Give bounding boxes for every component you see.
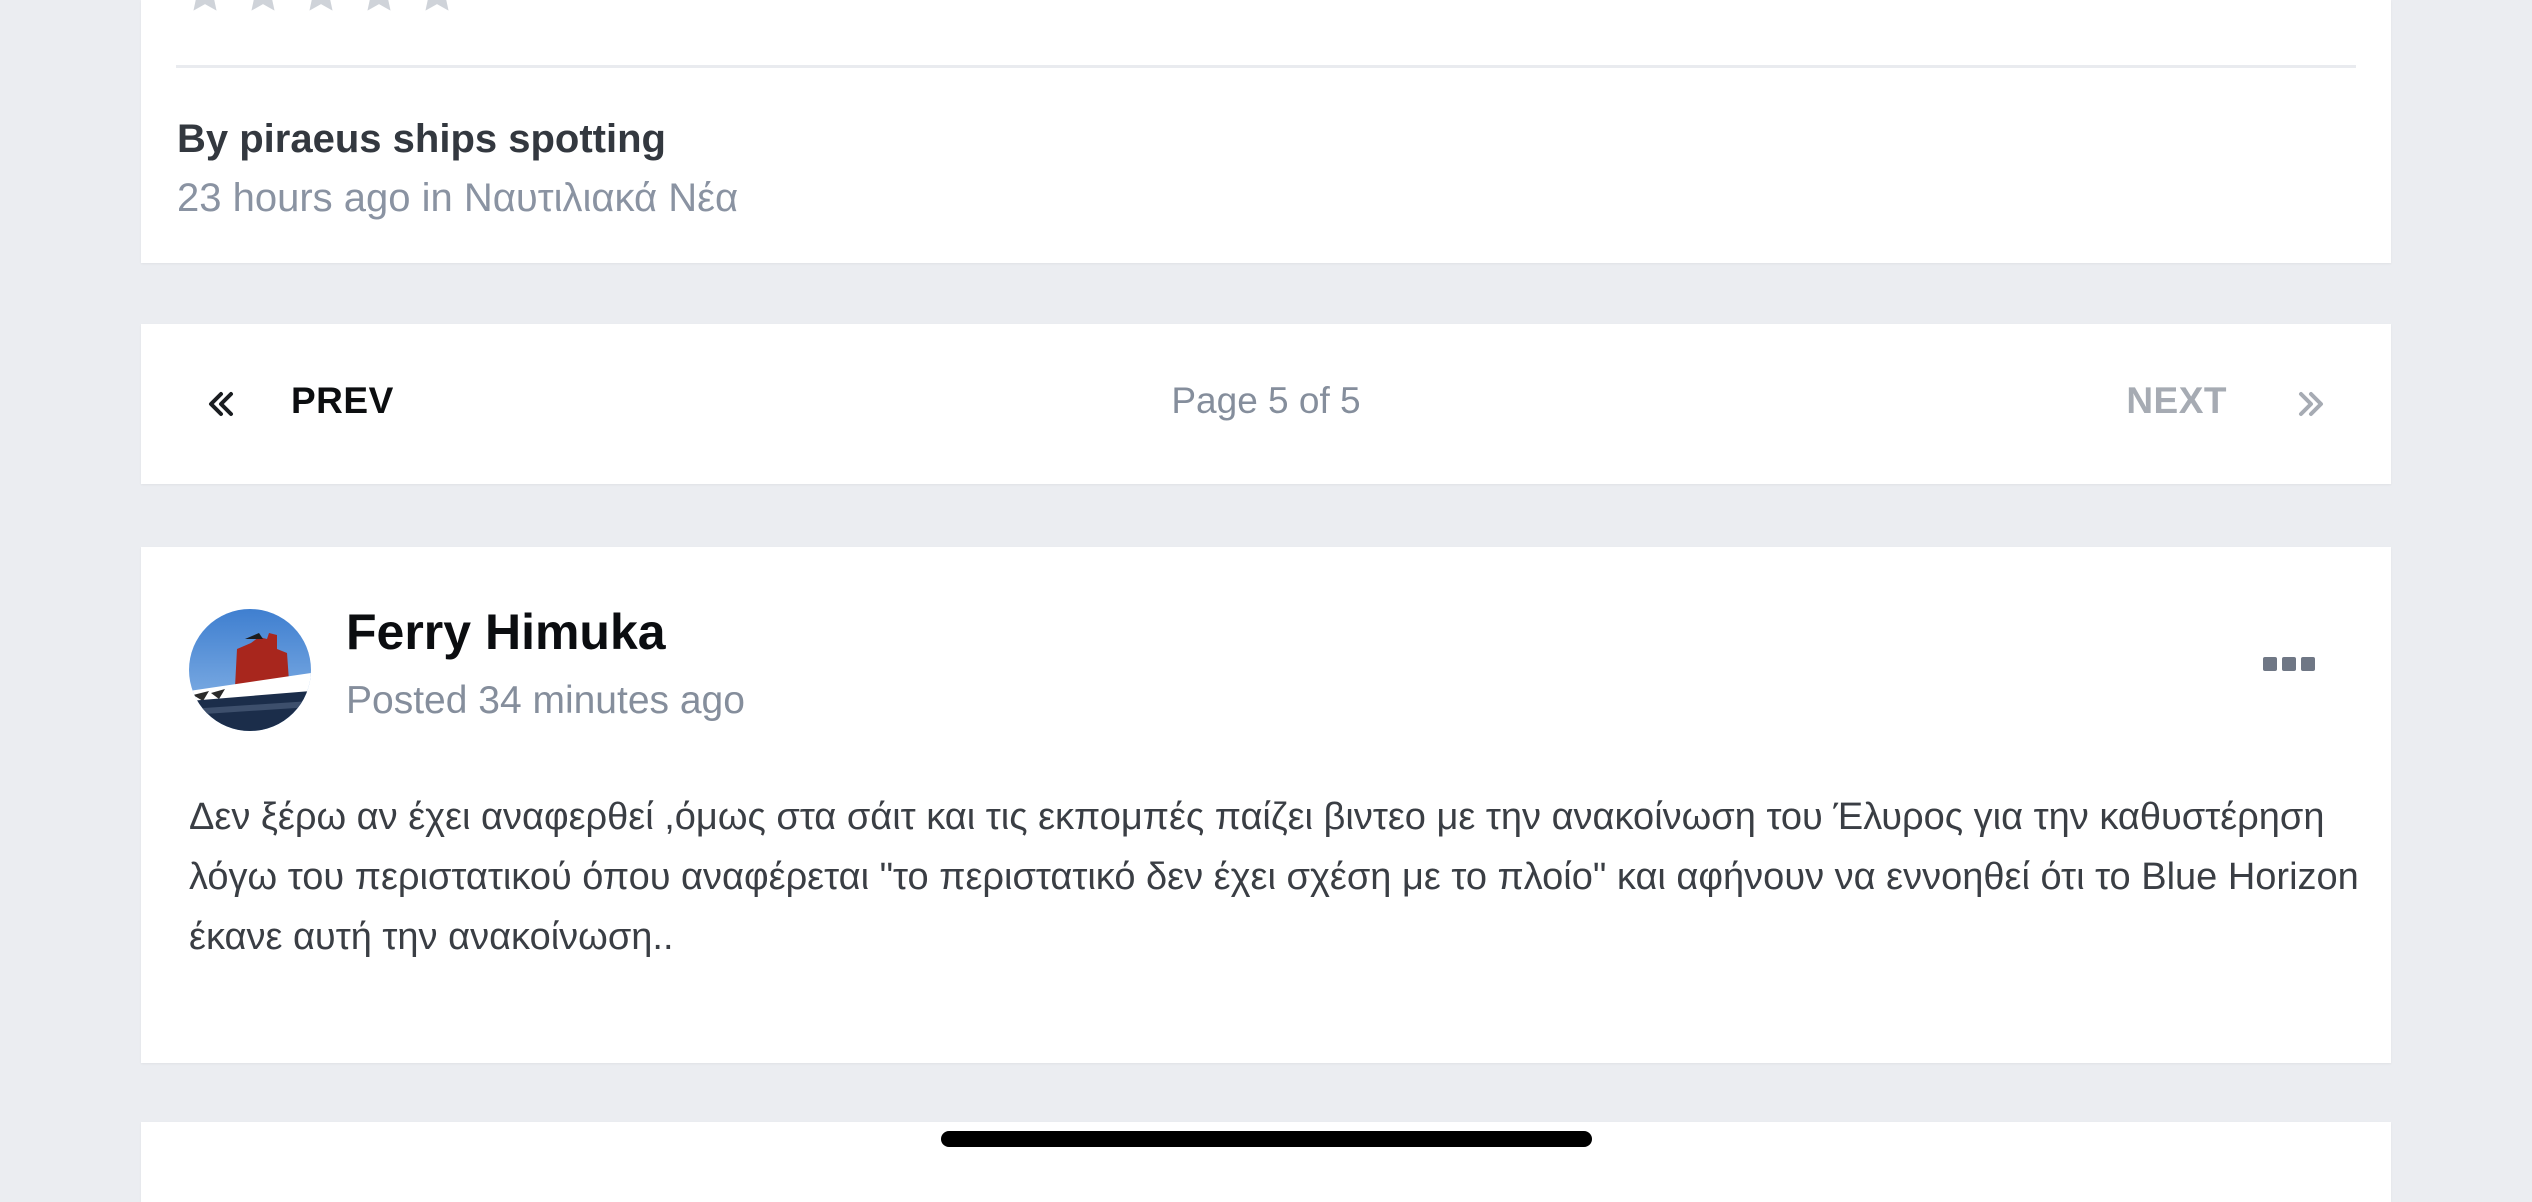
avatar[interactable]: [189, 609, 311, 731]
avatar-image: [189, 609, 311, 731]
article-byline[interactable]: By piraeus ships spotting: [177, 117, 666, 162]
article-card: By piraeus ships spotting 23 hours ago i…: [141, 0, 2391, 263]
page-status[interactable]: Page 5 of 5: [141, 380, 2391, 422]
post-content: Δεν ξέρω αν έχει αναφερθεί ,όμως στα σάι…: [189, 796, 2359, 958]
divider: [176, 65, 2356, 68]
rating-stars[interactable]: [183, 0, 459, 16]
post-author-name[interactable]: Ferry Himuka: [346, 603, 666, 661]
star-icon[interactable]: [415, 0, 459, 16]
star-icon[interactable]: [299, 0, 343, 16]
star-icon[interactable]: [183, 0, 227, 16]
post-card: Ferry Himuka Posted 34 minutes ago Δεν ξ…: [141, 547, 2391, 1063]
ellipsis-icon[interactable]: [2263, 657, 2317, 675]
article-time: 23 hours ago: [177, 176, 411, 220]
article-category-link[interactable]: Ναυτιλιακά Νέα: [464, 176, 738, 220]
star-icon[interactable]: [357, 0, 401, 16]
article-meta: 23 hours ago in Ναυτιλιακά Νέα: [177, 176, 738, 221]
article-in-word: in: [421, 176, 453, 220]
double-chevron-right-icon[interactable]: [2293, 382, 2329, 426]
home-indicator[interactable]: [941, 1131, 1592, 1147]
post-timestamp: Posted 34 minutes ago: [346, 679, 745, 722]
next-button[interactable]: NEXT: [2126, 380, 2227, 422]
pagination-bar: PREV Page 5 of 5 NEXT: [141, 324, 2391, 484]
star-icon[interactable]: [241, 0, 285, 16]
